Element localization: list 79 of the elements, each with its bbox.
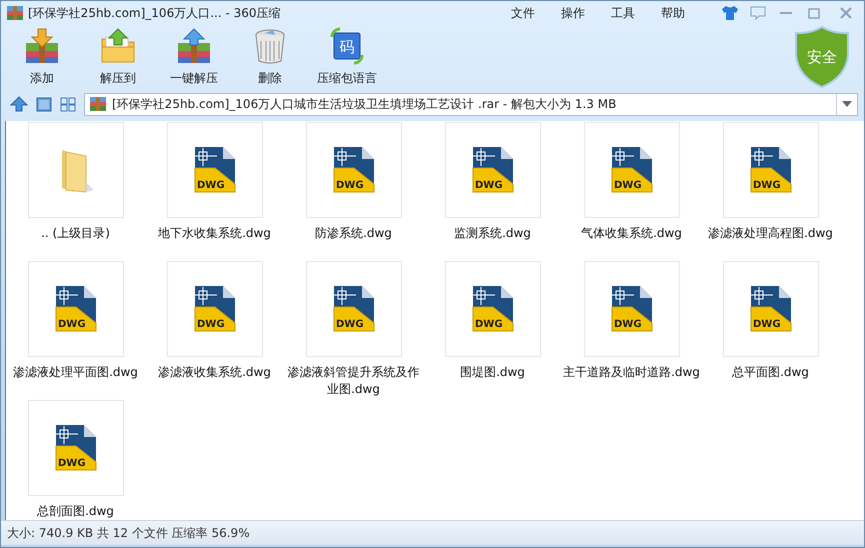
file-name: .. (上级目录) (40, 225, 111, 242)
file-tile[interactable]: DWG (584, 122, 680, 218)
file-tile[interactable]: DWG (166, 261, 262, 357)
file-name: 围堤图.dwg (459, 364, 526, 381)
dwg-file-icon (55, 425, 96, 470)
file-name: 气体收集系统.dwg (580, 225, 683, 242)
file-type-label: DWG (336, 180, 364, 191)
file-tile[interactable]: DWG (28, 261, 124, 357)
file-tile[interactable]: DWG (722, 122, 818, 218)
toolbar-button[interactable]: 码 压缩包语言 (313, 25, 381, 89)
file-type-label: DWG (336, 319, 364, 330)
file-type-label: DWG (474, 180, 502, 191)
file-type-label: DWG (58, 458, 86, 469)
file-type-label: DWG (752, 319, 780, 330)
file-type-label: DWG (58, 319, 86, 330)
file-type-label: DWG (614, 180, 642, 191)
dwg-file-icon (194, 286, 235, 332)
archive-icon (23, 27, 61, 65)
file-name: 防渗系统.dwg (314, 225, 393, 242)
file-type-label: DWG (196, 180, 224, 191)
file-name: 总平面图.dwg (731, 364, 810, 381)
file-name: 主干道路及临时道路.dwg (562, 364, 701, 381)
file-tile[interactable]: DWG (28, 400, 124, 496)
file-name: 监测系统.dwg (453, 225, 532, 242)
file-name: 地下水收集系统.dwg (157, 225, 272, 242)
file-tile[interactable] (28, 122, 124, 218)
dwg-file-icon (55, 286, 96, 332)
file-tile[interactable]: DWG (444, 122, 540, 218)
toolbar-button[interactable]: 解压到 (85, 25, 151, 89)
address-field[interactable]: [环保学社25hb.com]_106万人口城市生活垃圾卫生填埋场工艺设计 .rar - 解包大小为 1.3 MB (84, 92, 858, 116)
minimize-icon[interactable] (780, 11, 792, 15)
dwg-file-icon (750, 286, 791, 332)
file-type-label: DWG (196, 319, 224, 330)
toolbar-button[interactable]: 一键解压 (161, 25, 227, 89)
up-arrow-icon[interactable] (10, 96, 28, 112)
dwg-file-icon (611, 147, 652, 192)
menu-item[interactable]: 文件 (511, 4, 535, 22)
language-icon (330, 28, 364, 64)
window-title: [环保学社25hb.com]_106万人口... - 360压缩 (28, 4, 282, 22)
menu-item[interactable]: 操作 (561, 4, 585, 22)
file-name: 渗滤液处理平面图.dwg (12, 364, 139, 381)
file-tile[interactable]: DWG (306, 261, 402, 357)
toolbar-button[interactable]: 删除 (237, 25, 303, 89)
menu-item[interactable]: 工具 (611, 4, 635, 22)
dwg-file-icon (472, 286, 513, 332)
dropdown-caret-icon[interactable] (842, 101, 852, 107)
file-name: 渗滤液处理高程图.dwg (707, 225, 834, 242)
maximize-icon[interactable] (808, 8, 820, 18)
archive-icon (175, 27, 213, 65)
dwg-file-icon (750, 147, 791, 192)
message-icon[interactable] (750, 6, 766, 20)
dwg-file-icon (611, 286, 652, 332)
file-type-label: DWG (614, 319, 642, 330)
close-icon[interactable] (840, 7, 852, 19)
file-name: 总剖面图.dwg (36, 503, 115, 520)
file-type-label: DWG (474, 319, 502, 330)
security-shield-icon (795, 26, 849, 88)
dwg-file-icon (333, 147, 374, 192)
file-name: 渗滤液收集系统.dwg (157, 364, 272, 381)
shield-label: 安全 (807, 48, 837, 66)
file-tile[interactable]: DWG (584, 261, 680, 357)
icon-glyph: 码 (340, 38, 354, 56)
list-view-icon[interactable] (36, 96, 52, 112)
status-text: 大小: 740.9 KB 共 12 个文件 压缩率 56.9% (7, 524, 250, 542)
file-tile[interactable]: DWG (722, 261, 818, 357)
file-tile[interactable]: DWG (444, 261, 540, 357)
dwg-file-icon (472, 147, 513, 192)
dwg-file-icon (194, 147, 235, 192)
grid-view-icon[interactable] (60, 96, 76, 112)
file-tile[interactable]: DWG (306, 122, 402, 218)
dwg-file-icon (333, 286, 374, 332)
file-name: 渗滤液斜管提升系统及作业图.dwg (286, 364, 420, 398)
toolbar-button[interactable]: 添加 (9, 25, 75, 89)
shirt-icon[interactable] (721, 5, 739, 21)
app-icon (7, 6, 23, 20)
file-type-label: DWG (752, 180, 780, 191)
menu-item[interactable]: 帮助 (661, 4, 685, 22)
file-tile[interactable]: DWG (166, 122, 262, 218)
archive-icon (90, 97, 106, 111)
